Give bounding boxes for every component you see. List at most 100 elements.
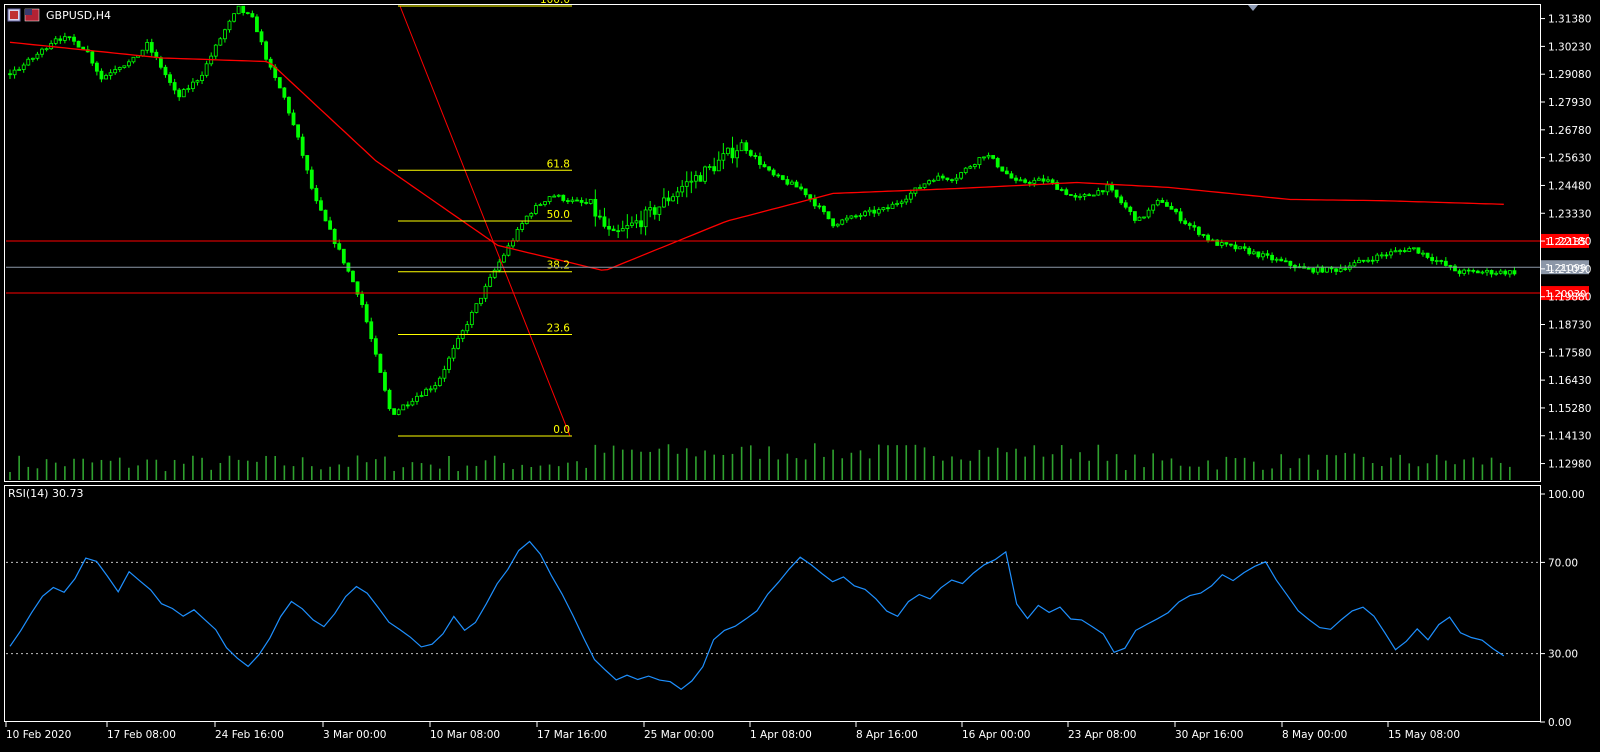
candle-body xyxy=(378,353,383,373)
candle-body xyxy=(291,112,296,126)
chart-canvas[interactable]: 100.061.850.038.223.60.0 1.221851.210991… xyxy=(0,0,1600,748)
candle-body xyxy=(1384,254,1389,257)
candle-body xyxy=(1233,244,1238,250)
candle-body xyxy=(726,147,730,155)
candle-body xyxy=(1183,220,1188,225)
candle-body xyxy=(515,229,520,242)
fib-level-label: 23.6 xyxy=(547,323,571,335)
candle-body xyxy=(1142,216,1146,219)
candle-body xyxy=(1027,182,1032,184)
candle-body xyxy=(67,36,72,39)
candle-body xyxy=(337,243,342,250)
candle-body xyxy=(122,65,127,68)
fib-level-label: 50.0 xyxy=(547,209,570,221)
candle-body xyxy=(1041,178,1046,182)
candle-body xyxy=(918,187,922,189)
candle-body xyxy=(149,42,154,53)
candle-body xyxy=(739,142,744,152)
candle-body xyxy=(972,164,977,168)
candle-body xyxy=(712,166,717,172)
candle-body xyxy=(1411,247,1416,250)
price-axis-label: 1.22180 xyxy=(1548,236,1591,248)
candle-body xyxy=(1155,199,1160,206)
candle-body xyxy=(744,142,749,152)
candle-body xyxy=(1009,173,1014,179)
candle-body xyxy=(108,72,113,76)
candle-body xyxy=(1343,268,1348,271)
candle-body xyxy=(881,207,886,211)
candle-body xyxy=(698,175,703,182)
candle-body xyxy=(634,220,639,224)
candle-body xyxy=(1389,251,1393,256)
candle-body xyxy=(488,276,493,287)
candle-body xyxy=(927,180,932,185)
price-axis-label: 1.29080 xyxy=(1548,69,1591,81)
candle-body xyxy=(1119,196,1124,204)
candle-body xyxy=(1494,272,1499,275)
candle-body xyxy=(1457,270,1462,274)
candle-body xyxy=(282,87,287,98)
candle-body xyxy=(1507,270,1512,275)
candle-body xyxy=(735,150,739,159)
candle-body xyxy=(145,42,150,51)
candle-body xyxy=(858,215,863,217)
candle-body xyxy=(26,58,31,66)
candle-body xyxy=(113,69,118,74)
time-axis-label: 30 Apr 16:00 xyxy=(1175,729,1243,741)
candle-body xyxy=(1128,206,1133,212)
price-axis-label: 1.19880 xyxy=(1548,292,1591,304)
candle-body xyxy=(1398,250,1403,252)
candle-body xyxy=(1311,267,1316,273)
candle-body xyxy=(931,179,936,182)
price-axis-label: 1.27930 xyxy=(1548,97,1591,109)
candle-body xyxy=(1023,179,1028,183)
candle-body xyxy=(543,201,547,205)
candle-body xyxy=(776,174,781,177)
candle-body xyxy=(213,44,218,57)
price-axis-label: 1.18730 xyxy=(1548,319,1591,331)
candle-body xyxy=(940,175,945,179)
candle-body xyxy=(177,89,182,98)
candle-body xyxy=(844,217,849,221)
candle-body xyxy=(501,254,506,263)
candle-body xyxy=(561,194,566,201)
candle-body xyxy=(597,215,602,218)
price-axis-label: 1.31380 xyxy=(1548,14,1591,26)
candle-body xyxy=(186,88,191,90)
candle-body xyxy=(876,209,881,214)
candle-body xyxy=(479,297,483,305)
candle-body xyxy=(1073,195,1078,198)
candle-body xyxy=(314,187,319,202)
fib-level-label: 38.2 xyxy=(547,260,570,272)
candle-body xyxy=(817,205,822,208)
candle-body xyxy=(991,155,996,159)
candle-body xyxy=(1338,268,1343,272)
candle-body xyxy=(1315,266,1320,273)
candle-body xyxy=(945,177,950,181)
candle-body xyxy=(1251,251,1256,255)
candle-body xyxy=(305,155,310,171)
candle-body xyxy=(415,395,419,402)
candle-body xyxy=(140,49,145,57)
candle-body xyxy=(373,338,378,355)
candle-body xyxy=(1393,250,1398,253)
candle-body xyxy=(584,202,589,204)
candle-body xyxy=(17,69,22,71)
candle-body xyxy=(72,36,76,42)
time-axis-label: 8 May 00:00 xyxy=(1282,729,1347,741)
candle-body xyxy=(812,198,817,207)
candle-body xyxy=(1059,189,1064,191)
candle-body xyxy=(287,96,291,114)
candle-body xyxy=(451,347,456,359)
fib-level-label: 100.0 xyxy=(540,0,570,6)
candle-body xyxy=(767,166,771,171)
candle-body xyxy=(1000,166,1005,172)
candle-body xyxy=(1114,189,1119,198)
candle-body xyxy=(684,181,689,187)
candle-body xyxy=(300,136,305,156)
candle-body xyxy=(1379,254,1384,257)
candle-body xyxy=(840,219,845,225)
candle-body xyxy=(1123,202,1128,208)
window-icon[interactable] xyxy=(7,8,21,22)
candle-body xyxy=(1110,184,1114,191)
